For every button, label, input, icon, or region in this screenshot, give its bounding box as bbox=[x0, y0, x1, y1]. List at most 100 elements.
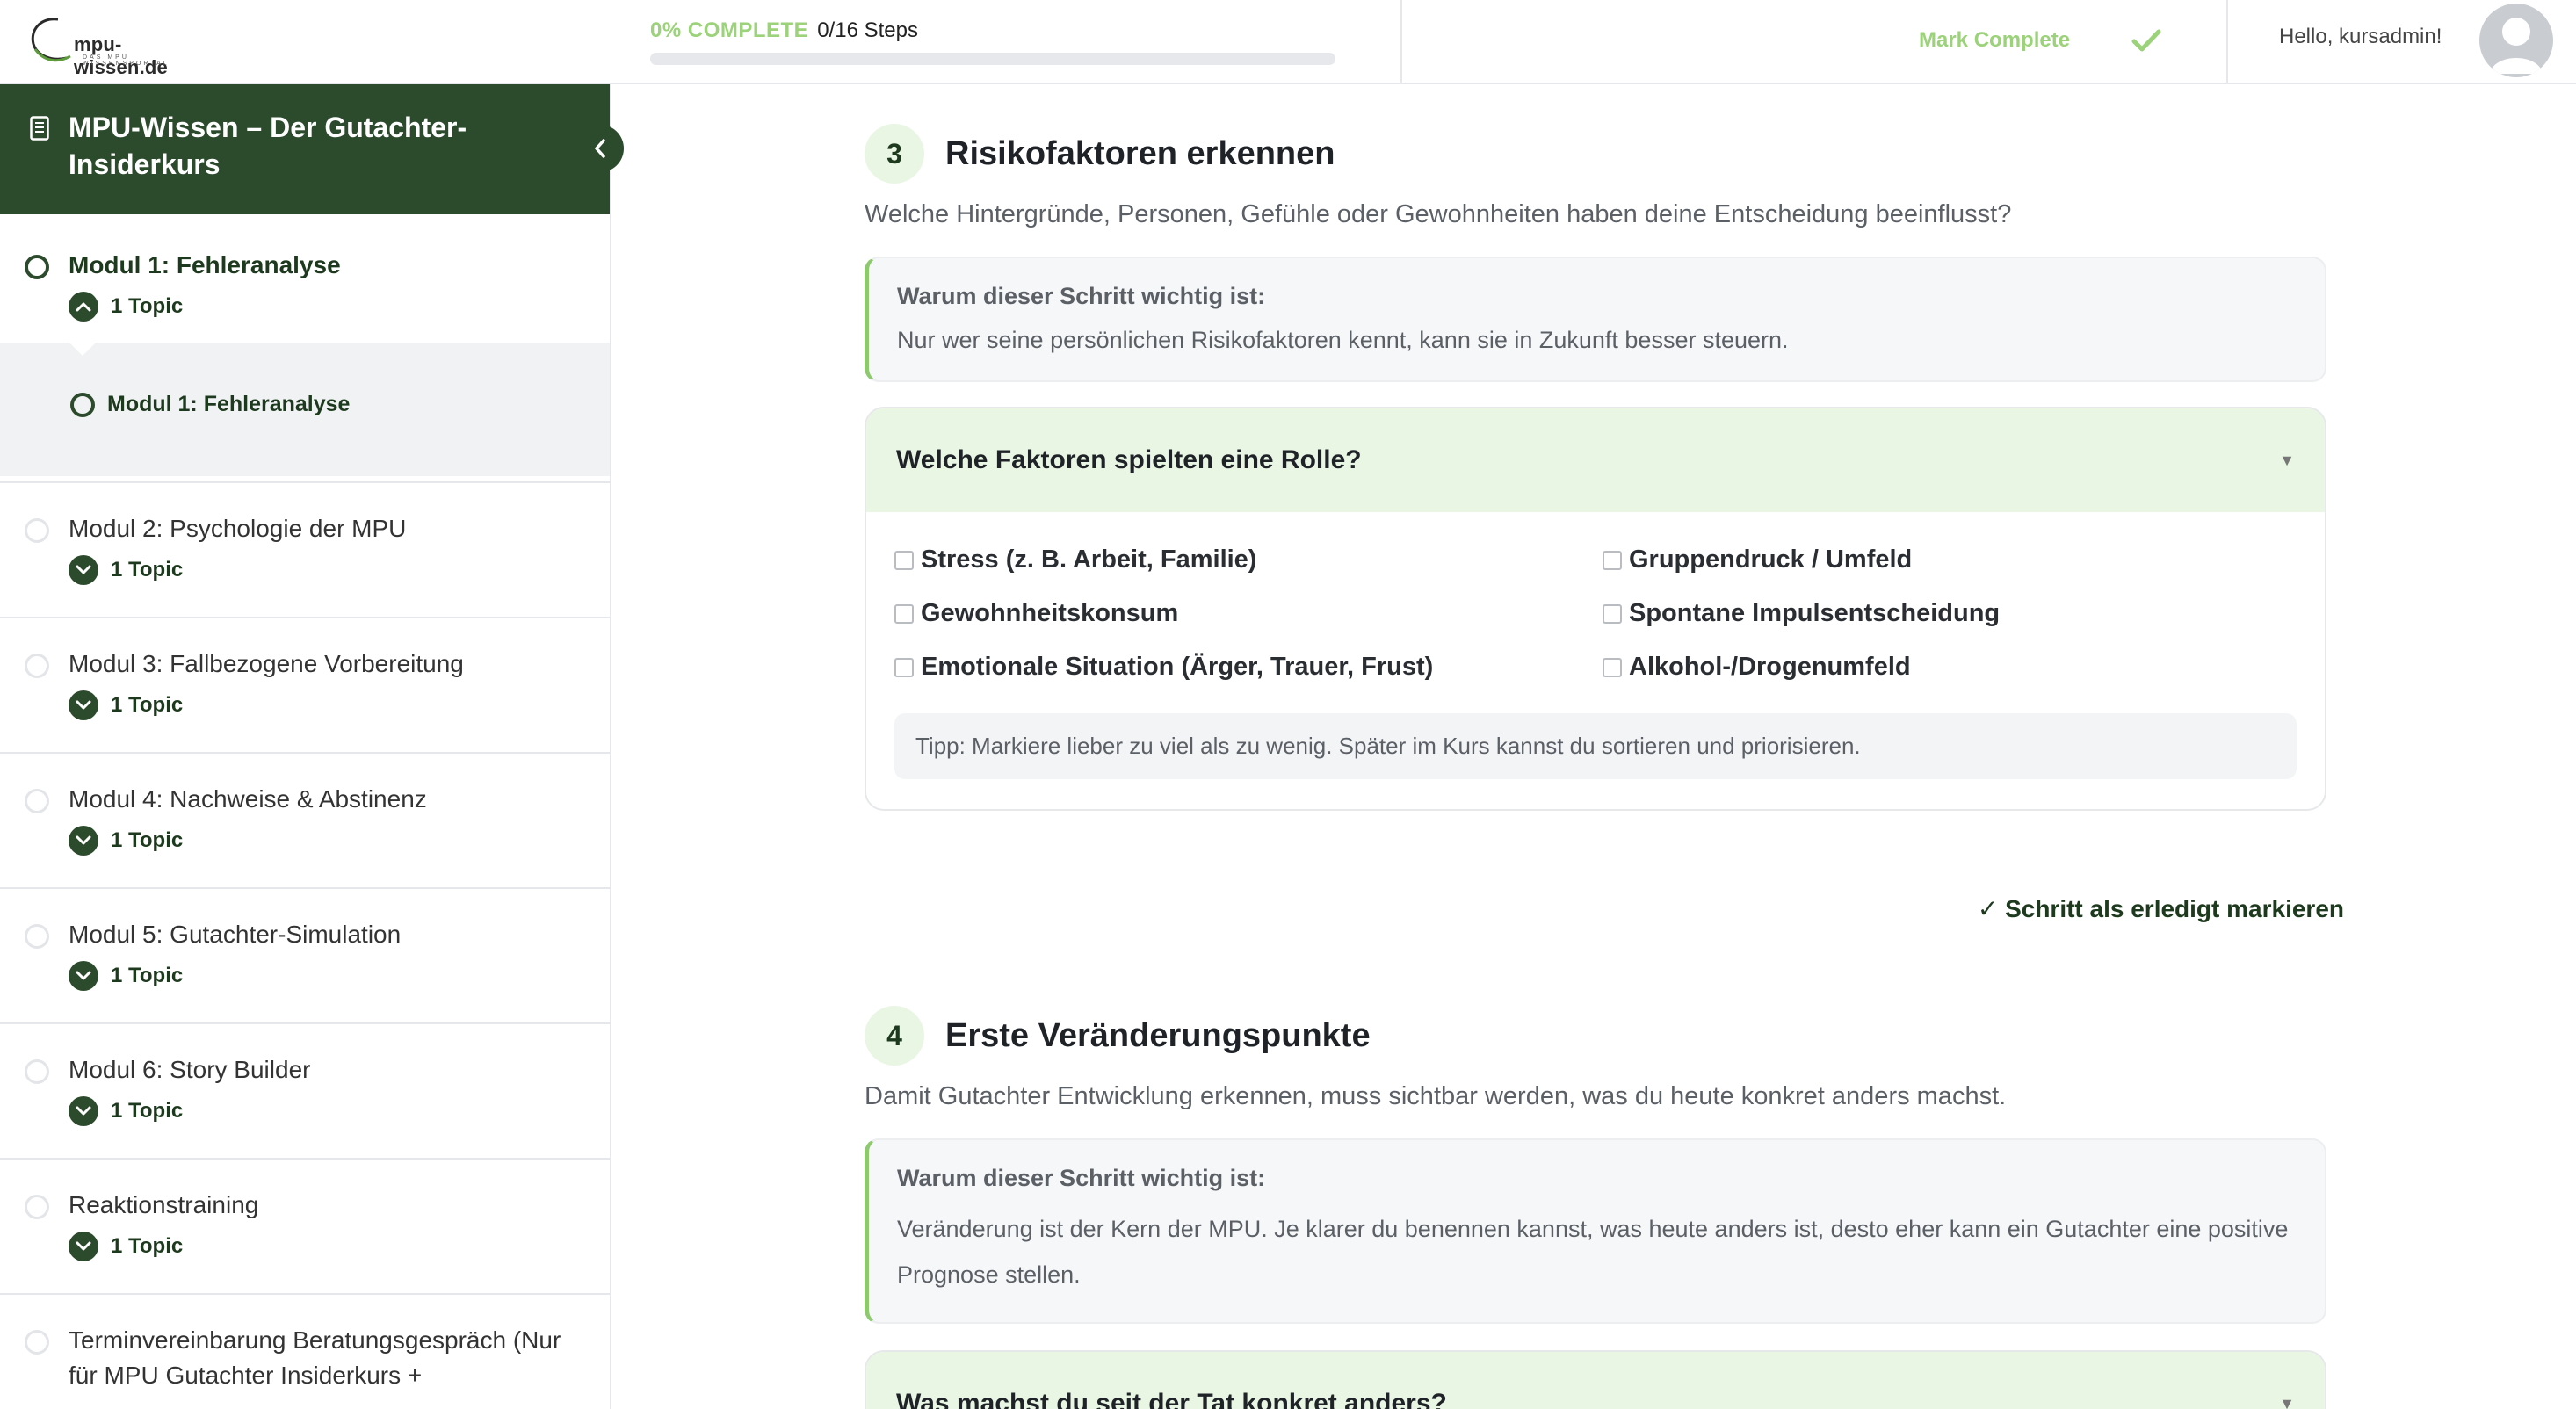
module-status-icon bbox=[25, 789, 49, 813]
site-logo[interactable]: mpu-wissen.de DAS MPU WISSENSPORTAL bbox=[28, 11, 195, 78]
why-title: Warum dieser Schritt wichtig ist: bbox=[897, 283, 1266, 309]
step-title: Erste Veränderungspunkte bbox=[945, 1016, 1371, 1054]
checkbox-icon[interactable] bbox=[1603, 603, 1622, 624]
avatar[interactable] bbox=[2479, 4, 2553, 77]
sidebar-module-3: Modul 3: Fallbezogene Vorbereitung 1 Top… bbox=[0, 618, 610, 754]
topic-toggle[interactable]: 1 Topic bbox=[69, 1096, 575, 1126]
book-icon bbox=[30, 116, 49, 141]
topic-toggle[interactable]: 1 Topic bbox=[69, 690, 575, 720]
caret-down-icon: ▼ bbox=[2279, 451, 2295, 469]
topic-toggle[interactable]: 1 Topic bbox=[69, 961, 575, 991]
course-header: MPU-Wissen – Der Gutachter-Insiderkurs bbox=[0, 84, 610, 214]
module-status-icon bbox=[25, 924, 49, 949]
why-text: Nur wer seine persönlichen Risikofaktore… bbox=[897, 327, 1789, 353]
header-divider bbox=[1400, 0, 1402, 84]
module-status-icon bbox=[25, 1195, 49, 1219]
user-silhouette-icon bbox=[2490, 18, 2543, 74]
mark-complete-button[interactable]: Mark Complete bbox=[1919, 23, 2161, 58]
module-status-icon bbox=[25, 518, 49, 543]
module-title[interactable]: Modul 2: Psychologie der MPU bbox=[69, 511, 575, 546]
factors-accordion: Welche Faktoren spielten eine Rolle? ▼ S… bbox=[865, 407, 2326, 811]
topic-count: 1 Topic bbox=[111, 558, 184, 582]
step-number: 3 bbox=[865, 124, 924, 184]
user-greeting: Hello, kursadmin! bbox=[2279, 25, 2442, 48]
chevron-down-icon bbox=[69, 961, 98, 991]
checkbox-icon[interactable] bbox=[1603, 550, 1622, 570]
module-status-icon bbox=[25, 1330, 49, 1355]
chevron-down-icon bbox=[69, 1232, 98, 1261]
mark-step-done-button[interactable]: ✓ Schritt als erledigt markieren bbox=[1978, 894, 2344, 923]
topic-count: 1 Topic bbox=[111, 964, 184, 987]
header-divider bbox=[2226, 0, 2228, 84]
step-description: Damit Gutachter Entwicklung erkennen, mu… bbox=[865, 1082, 2007, 1110]
chevron-down-icon bbox=[69, 690, 98, 720]
topic-item[interactable]: Modul 1: Fehleranalyse bbox=[70, 392, 350, 417]
module-status-icon bbox=[25, 255, 49, 279]
checkbox-icon[interactable] bbox=[894, 603, 914, 624]
module-title[interactable]: Terminvereinbarung Beratungsgespräch (Nu… bbox=[69, 1323, 583, 1393]
accordion-header[interactable]: Welche Faktoren spielten eine Rolle? ▼ bbox=[866, 408, 2325, 512]
chevron-down-icon bbox=[69, 1096, 98, 1126]
topic-toggle[interactable]: 1 Topic bbox=[69, 292, 575, 322]
why-important-box: Warum dieser Schritt wichtig ist: Veränd… bbox=[865, 1138, 2326, 1324]
module-title[interactable]: Modul 5: Gutachter-Simulation bbox=[69, 917, 575, 952]
module-status-icon bbox=[25, 1059, 49, 1084]
factor-checkbox-stress[interactable]: Stress (z. B. Arbeit, Familie) bbox=[894, 546, 1603, 574]
topic-count: 1 Topic bbox=[111, 294, 184, 318]
chevron-left-icon bbox=[595, 139, 605, 158]
why-title: Warum dieser Schritt wichtig ist: bbox=[897, 1165, 1266, 1191]
course-title[interactable]: MPU-Wissen – Der Gutachter-Insiderkurs bbox=[69, 109, 575, 183]
course-sidebar: MPU-Wissen – Der Gutachter-Insiderkurs M… bbox=[0, 84, 611, 1409]
lesson-content: 3 Risikofaktoren erkennen Welche Hinterg… bbox=[613, 84, 2576, 1409]
sidebar-module-6: Modul 6: Story Builder 1 Topic bbox=[0, 1024, 610, 1160]
topic-toggle[interactable]: 1 Topic bbox=[69, 1232, 575, 1261]
factor-checkbox-umfeld[interactable]: Alkohol-/Drogenumfeld bbox=[1603, 653, 2297, 682]
factor-checkbox-impuls[interactable]: Spontane Impulsentscheidung bbox=[1603, 599, 2297, 628]
topic-toggle[interactable]: 1 Topic bbox=[69, 826, 575, 856]
topic-toggle[interactable]: 1 Topic bbox=[69, 555, 575, 585]
checkmark-icon bbox=[2131, 29, 2161, 52]
step-description: Welche Hintergründe, Personen, Gefühle o… bbox=[865, 200, 2012, 228]
sidebar-module-2: Modul 2: Psychologie der MPU 1 Topic bbox=[0, 483, 610, 618]
topic-status-icon bbox=[70, 392, 95, 417]
factor-checkbox-emotion[interactable]: Emotionale Situation (Ärger, Trauer, Fru… bbox=[894, 653, 1603, 682]
checkbox-icon[interactable] bbox=[894, 657, 914, 677]
factor-checkbox-gewohnheit[interactable]: Gewohnheitskonsum bbox=[894, 599, 1603, 628]
module-title[interactable]: Modul 4: Nachweise & Abstinenz bbox=[69, 782, 575, 817]
step-section-4: 4 Erste Veränderungspunkte Damit Gutacht… bbox=[865, 1005, 2326, 1409]
checkbox-icon[interactable] bbox=[1603, 657, 1622, 677]
chevron-down-icon bbox=[69, 826, 98, 856]
step-title: Risikofaktoren erkennen bbox=[945, 134, 1335, 172]
module-row[interactable]: Modul 1: Fehleranalyse 1 Topic bbox=[0, 214, 610, 322]
progress-bar bbox=[650, 53, 1335, 65]
topic-label: Modul 1: Fehleranalyse bbox=[107, 392, 351, 416]
topic-list: Modul 1: Fehleranalyse bbox=[0, 342, 610, 476]
sidebar-module-terminvereinbarung: Terminvereinbarung Beratungsgespräch (Nu… bbox=[0, 1295, 610, 1409]
module-title[interactable]: Modul 3: Fallbezogene Vorbereitung bbox=[69, 647, 575, 682]
logo-swoosh-icon bbox=[31, 18, 71, 62]
accordion-title: Welche Faktoren spielten eine Rolle? bbox=[896, 445, 1362, 474]
why-important-box: Warum dieser Schritt wichtig ist: Nur we… bbox=[865, 257, 2326, 382]
checkbox-icon[interactable] bbox=[894, 550, 914, 570]
topic-count: 1 Topic bbox=[111, 1099, 184, 1123]
sidebar-module-4: Modul 4: Nachweise & Abstinenz 1 Topic bbox=[0, 754, 610, 889]
module-status-icon bbox=[25, 654, 49, 678]
sidebar-module-1: Modul 1: Fehleranalyse 1 Topic Modul 1: … bbox=[0, 214, 610, 483]
caret-down-icon: ▼ bbox=[2279, 1394, 2295, 1409]
chevron-down-icon bbox=[69, 555, 98, 585]
accordion-header[interactable]: Was machst du seit der Tat konkret ander… bbox=[866, 1352, 2325, 1409]
chevron-up-icon bbox=[69, 292, 98, 322]
sidebar-module-reaktionstraining: Reaktionstraining 1 Topic bbox=[0, 1160, 610, 1295]
module-title[interactable]: Modul 1: Fehleranalyse bbox=[69, 248, 575, 283]
progress-steps: 0/16 Steps bbox=[817, 18, 918, 42]
step-section-3: 3 Risikofaktoren erkennen Welche Hinterg… bbox=[865, 123, 2326, 811]
logo-subtitle: DAS MPU WISSENSPORTAL bbox=[83, 54, 170, 67]
why-text: Veränderung ist der Kern der MPU. Je kla… bbox=[897, 1216, 2289, 1288]
module-title[interactable]: Reaktionstraining bbox=[69, 1188, 575, 1223]
module-title[interactable]: Modul 6: Story Builder bbox=[69, 1052, 575, 1087]
tip-box: Tipp: Markiere lieber zu viel als zu wen… bbox=[894, 713, 2297, 779]
factor-checkbox-gruppendruck[interactable]: Gruppendruck / Umfeld bbox=[1603, 546, 2297, 574]
collapse-sidebar-button[interactable] bbox=[576, 125, 624, 172]
mark-complete-label: Mark Complete bbox=[1919, 28, 2071, 52]
topic-count: 1 Topic bbox=[111, 693, 184, 717]
